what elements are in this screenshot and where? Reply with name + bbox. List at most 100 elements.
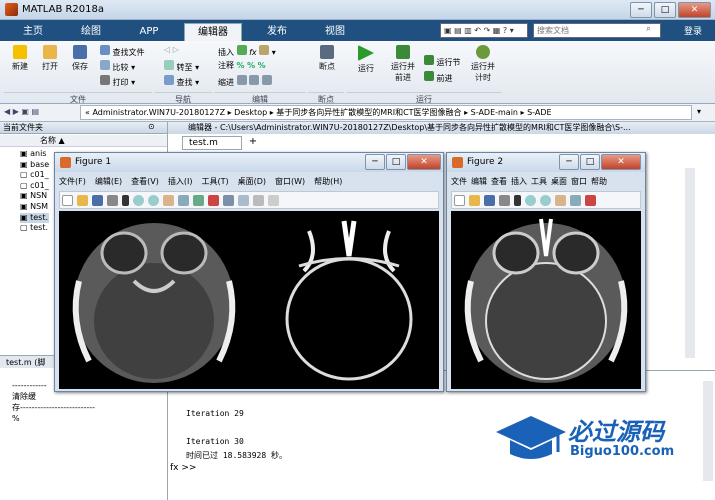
fig2-close-button[interactable]: ✕ [601,154,641,170]
colorbar-icon[interactable] [238,195,249,206]
new-button[interactable]: 新建 [8,45,32,72]
run-section-button[interactable]: 运行节 [424,55,461,68]
open-button[interactable]: 打开 [38,45,62,72]
fx-button[interactable]: fx [249,48,257,57]
tab-view[interactable]: 视图 [308,23,362,41]
tab-plots[interactable]: 绘图 [64,23,118,41]
menu-desktop[interactable]: 桌面 [551,177,567,186]
list-item[interactable]: ▣ NSN [20,191,49,202]
path-field[interactable]: « Administrator.WIN7U-20180127Z ▸ Deskto… [80,105,692,120]
goto-button[interactable]: 转至 ▾ [164,60,199,73]
data-cursor-icon[interactable] [193,195,204,206]
list-item[interactable]: ▢ test. [20,223,49,234]
open-icon[interactable] [469,195,480,206]
login-link[interactable]: 登录 [684,24,702,37]
quick-access-toolbar[interactable]: ▣ ▤ ▥ ↶ ↷ ▦ ? ▾ [440,23,528,38]
menu-file[interactable]: 文件(F) [59,177,86,186]
nav-arrows[interactable]: ◁ ▷ [164,45,179,54]
editor-tab-test[interactable]: test.m [182,136,242,150]
run-time-button[interactable]: 运行并 计时 [468,45,498,83]
compare-button[interactable]: 比较 ▾ [100,60,135,73]
menu-edit[interactable]: 编辑(E) [95,177,122,186]
fig1-maximize-button[interactable]: □ [386,154,406,170]
fig2-maximize-button[interactable]: □ [580,154,600,170]
new-label: 新建 [12,62,28,71]
comment-button[interactable]: 注释 % % % [218,60,266,71]
insert-button[interactable]: 插入 fx ▾ [218,45,276,58]
legend-icon[interactable] [253,195,264,206]
menu-tools[interactable]: 工具(T) [201,177,228,186]
fig2-minimize-button[interactable]: ─ [559,154,579,170]
new-figure-icon[interactable] [454,195,465,206]
link-icon[interactable] [223,195,234,206]
zoom-out-icon[interactable] [148,195,159,206]
search-documentation-input[interactable]: 搜索文档 [533,23,661,38]
pointer-icon[interactable] [514,195,521,206]
new-figure-icon[interactable] [62,195,73,206]
command-prompt[interactable]: fx >> [170,463,196,473]
menu-view[interactable]: 查看(V) [131,177,159,186]
open-icon[interactable] [77,195,88,206]
zoom-out-icon[interactable] [540,195,551,206]
breakpoint-button[interactable]: 断点 [314,45,340,72]
menu-insert[interactable]: 插入 [511,177,527,186]
fig1-minimize-button[interactable]: ─ [365,154,385,170]
tab-apps[interactable]: APP [122,23,176,41]
list-item[interactable]: ▣ NSM [20,202,49,213]
menu-window[interactable]: 窗口(W) [275,177,305,186]
print-icon[interactable] [499,195,510,206]
save-icon[interactable] [92,195,103,206]
minimize-button[interactable]: ─ [630,2,652,18]
indent-button[interactable]: 缩进 [218,75,272,88]
list-item[interactable]: ▢ c01_ [20,170,49,181]
menu-window[interactable]: 窗口 [571,177,587,186]
tab-home[interactable]: 主页 [6,23,60,41]
list-item[interactable]: ▣ base [20,160,49,171]
zoom-in-icon[interactable] [525,195,536,206]
column-name-header[interactable]: 名称 ▲ [0,135,167,147]
menu-tools[interactable]: 工具 [531,177,547,186]
figure-1-menubar: 文件(F) 编辑(E) 查看(V) 插入(I) 工具(T) 桌面(D) 窗口(W) 帮助(H) [59,174,351,190]
menu-file[interactable]: 文件 [451,177,467,186]
close-button[interactable]: ✕ [678,2,711,18]
rotate-icon[interactable] [178,195,189,206]
pan-icon[interactable] [163,195,174,206]
brush-icon[interactable] [585,195,596,206]
menu-edit[interactable]: 编辑 [471,177,487,186]
save-button[interactable]: 保存 [68,45,92,72]
plot-tools-icon[interactable] [268,195,279,206]
print-icon[interactable] [107,195,118,206]
address-bar[interactable]: ◀ ▶ ▣ ▤ « Administrator.WIN7U-20180127Z … [0,104,715,122]
list-item[interactable]: ▣ test. [20,212,50,224]
run-button[interactable]: 运行 [352,45,380,74]
menu-desktop[interactable]: 桌面(D) [238,177,266,186]
search-icon[interactable]: ⌕ [646,24,651,34]
new-tab-button[interactable]: + [246,136,260,150]
zoom-in-icon[interactable] [133,195,144,206]
menu-help[interactable]: 帮助 [591,177,607,186]
editor-scrollbar[interactable] [685,168,695,358]
tab-publish[interactable]: 发布 [250,23,304,41]
menu-view[interactable]: 查看 [491,177,507,186]
nav-buttons[interactable]: ◀ ▶ ▣ ▤ [4,107,39,116]
advance-button[interactable]: 前进 [424,71,453,84]
pan-icon[interactable] [555,195,566,206]
tab-editor[interactable]: 编辑器 [184,23,242,41]
find-files-button[interactable]: 查找文件 [100,45,145,58]
figure-2-menubar: 文件 编辑 查看 插入 工具 桌面 窗口 帮助 [451,174,616,190]
list-item[interactable]: ▣ anis [20,149,49,160]
brush-icon[interactable] [208,195,219,206]
panel-menu-icon[interactable]: ⊙ [148,122,155,131]
find-button[interactable]: 查找 ▾ [164,75,199,88]
list-item[interactable]: ▢ c01_ [20,181,49,192]
run-advance-button[interactable]: 运行并 前进 [388,45,418,83]
print-button[interactable]: 打印 ▾ [100,75,135,88]
rotate-icon[interactable] [570,195,581,206]
pointer-icon[interactable] [122,195,129,206]
path-dropdown-icon[interactable]: ▾ [697,107,701,116]
menu-help[interactable]: 帮助(H) [314,177,342,186]
maximize-button[interactable]: □ [654,2,676,18]
fig1-close-button[interactable]: ✕ [407,154,441,170]
save-icon[interactable] [484,195,495,206]
menu-insert[interactable]: 插入(I) [168,177,193,186]
